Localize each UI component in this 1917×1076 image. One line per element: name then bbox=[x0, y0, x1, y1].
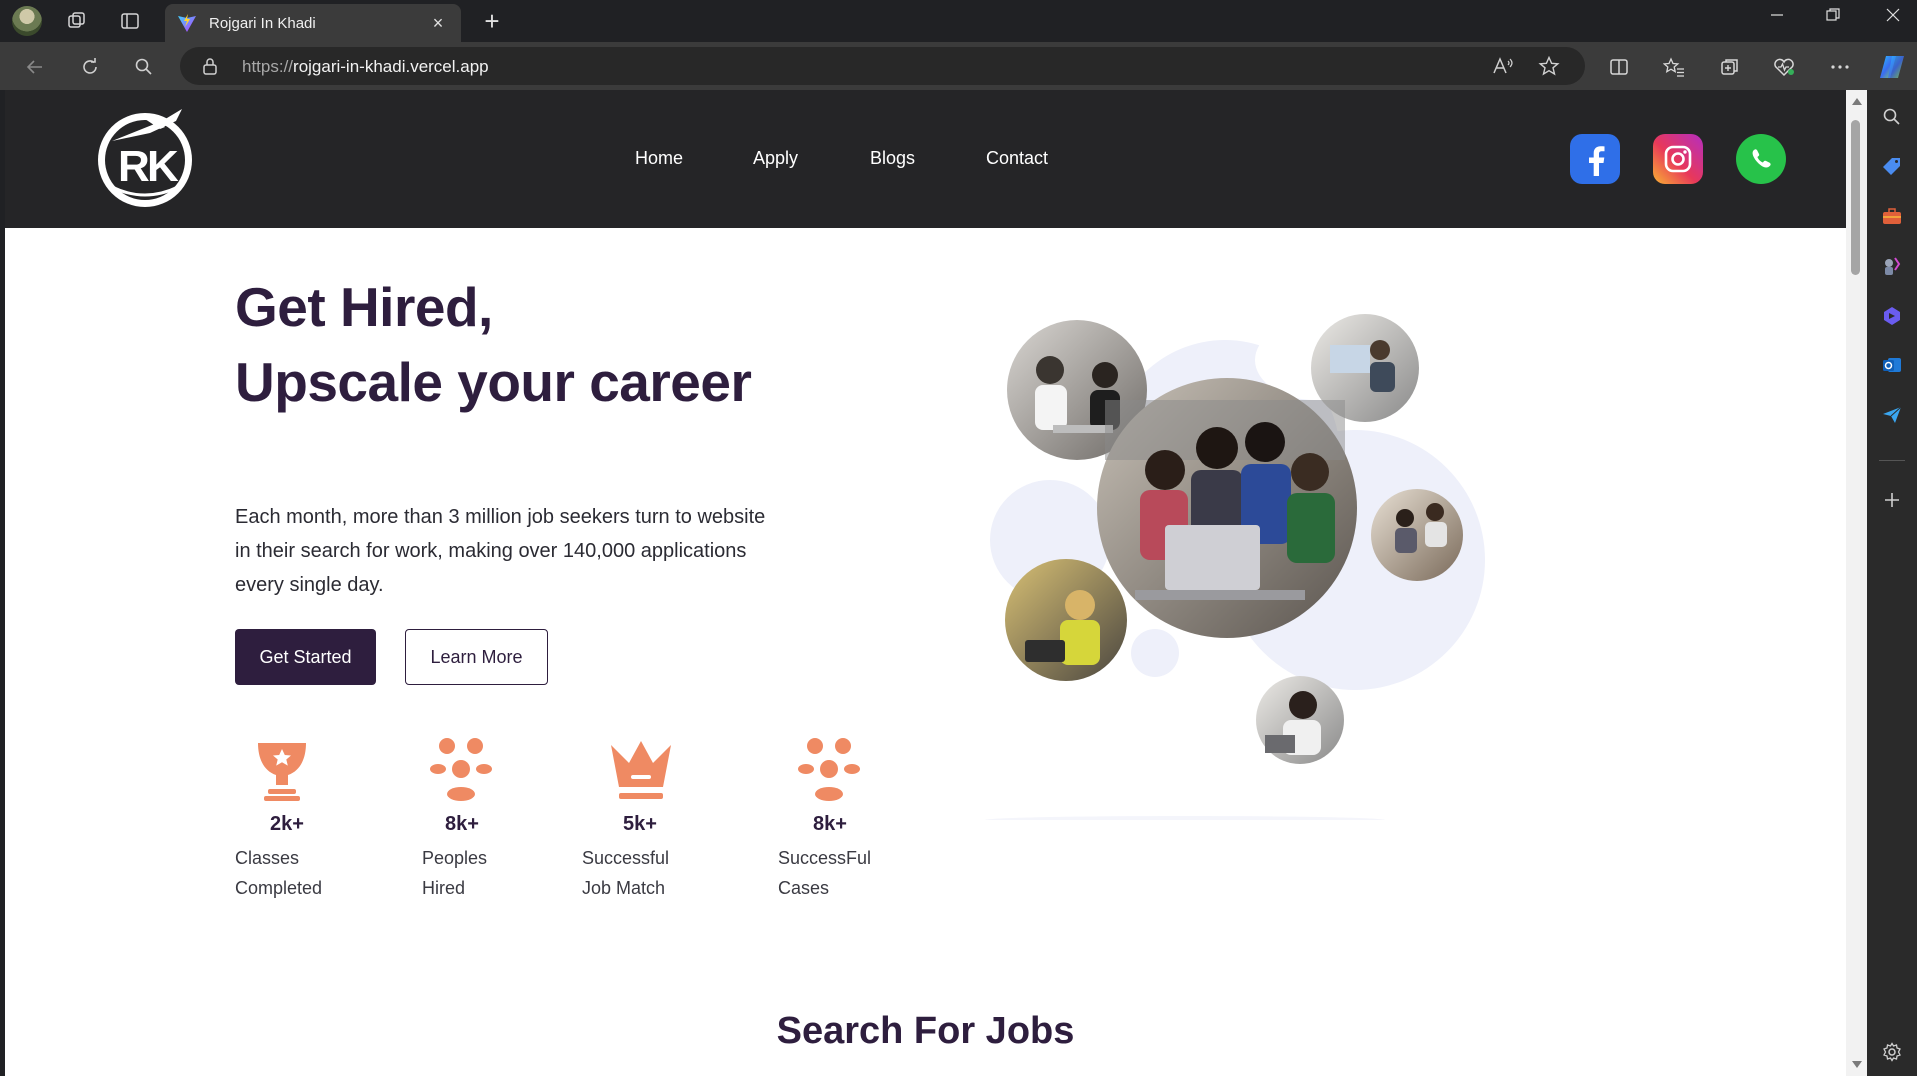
whatsapp-icon[interactable] bbox=[1736, 134, 1786, 184]
nav-blogs[interactable]: Blogs bbox=[870, 148, 915, 169]
vite-favicon-icon bbox=[178, 14, 196, 32]
stat-label: Peoples Hired bbox=[422, 848, 488, 898]
stat-value: 8k+ bbox=[445, 813, 479, 835]
add-sidebar-app-icon[interactable] bbox=[1880, 488, 1904, 512]
copilot-sidebar-icon[interactable] bbox=[1880, 304, 1904, 328]
minimize-icon[interactable] bbox=[1757, 8, 1797, 27]
stat-hired: 8k+ Peoples Hired bbox=[422, 737, 493, 898]
sidebar-settings-icon[interactable] bbox=[1880, 1040, 1904, 1064]
new-tab-button[interactable]: + bbox=[478, 7, 506, 35]
vertical-tabs-icon[interactable] bbox=[116, 8, 144, 34]
browser-essentials-icon[interactable] bbox=[1770, 53, 1798, 81]
page-viewport: R K Home Apply Blogs Contact Get Hired, … bbox=[5, 90, 1846, 1076]
stat-value: 2k+ bbox=[270, 813, 304, 835]
learn-more-button[interactable]: Learn More bbox=[405, 629, 548, 685]
stat-value: 5k+ bbox=[623, 813, 657, 835]
sidebar-search-icon[interactable] bbox=[1880, 105, 1904, 129]
photo-team-laptop bbox=[1097, 378, 1357, 638]
stat-label: Successful Job Match bbox=[582, 848, 670, 898]
edge-sidebar bbox=[1867, 90, 1917, 1076]
sidebar-divider bbox=[1879, 460, 1905, 461]
scroll-thumb[interactable] bbox=[1851, 120, 1860, 275]
scroll-up-icon[interactable] bbox=[1852, 98, 1862, 105]
page-scrollbar[interactable] bbox=[1846, 90, 1867, 1076]
search-icon[interactable] bbox=[130, 53, 158, 81]
split-screen-icon[interactable] bbox=[1605, 53, 1633, 81]
lock-icon[interactable] bbox=[202, 57, 218, 75]
profile-avatar[interactable] bbox=[12, 6, 42, 36]
active-tab[interactable]: Rojgari In Khadi × bbox=[165, 4, 461, 42]
copilot-icon[interactable] bbox=[1878, 53, 1906, 81]
photo-smiling-woman bbox=[1256, 676, 1344, 764]
stat-value: 8k+ bbox=[813, 813, 847, 835]
restore-icon[interactable] bbox=[1813, 8, 1853, 27]
stat-classes: 2k+ Classes Completed bbox=[235, 737, 322, 898]
browser-tab-bar: Rojgari In Khadi × + bbox=[0, 0, 1917, 42]
crown-icon bbox=[611, 741, 671, 799]
hero-description: Each month, more than 3 million job seek… bbox=[235, 506, 766, 596]
url-text[interactable]: https://rojgari-in-khadi.vercel.app bbox=[242, 57, 489, 77]
back-icon[interactable] bbox=[21, 53, 49, 81]
address-toolbar: https://rojgari-in-khadi.vercel.app bbox=[0, 42, 1917, 90]
nav-apply[interactable]: Apply bbox=[753, 148, 798, 169]
facebook-icon[interactable] bbox=[1570, 134, 1620, 184]
get-started-button[interactable]: Get Started bbox=[235, 629, 376, 685]
workspaces-icon[interactable] bbox=[63, 8, 91, 34]
address-bar[interactable]: https://rojgari-in-khadi.vercel.app bbox=[180, 47, 1585, 85]
hero-title-line2: Upscale your career bbox=[235, 351, 752, 413]
nav-home[interactable]: Home bbox=[635, 148, 683, 169]
more-options-icon[interactable] bbox=[1826, 53, 1854, 81]
people-icon bbox=[430, 738, 492, 801]
favorite-star-icon[interactable] bbox=[1538, 55, 1560, 81]
reload-icon[interactable] bbox=[76, 53, 104, 81]
tab-title: Rojgari In Khadi bbox=[209, 14, 316, 32]
instagram-icon[interactable] bbox=[1653, 134, 1703, 184]
site-header: R K Home Apply Blogs Contact bbox=[5, 90, 1846, 228]
hero-photo-collage bbox=[985, 314, 1485, 820]
photo-students-group bbox=[1371, 489, 1463, 581]
tools-briefcase-icon[interactable] bbox=[1880, 204, 1904, 228]
shopping-tag-icon[interactable] bbox=[1880, 154, 1904, 178]
send-icon[interactable] bbox=[1880, 403, 1904, 427]
games-icon[interactable] bbox=[1880, 254, 1904, 278]
search-jobs-heading: Search For Jobs bbox=[776, 1010, 1075, 1052]
photo-woman-laptop bbox=[1005, 559, 1127, 681]
window-close-icon[interactable] bbox=[1873, 8, 1913, 27]
read-aloud-icon[interactable] bbox=[1492, 56, 1514, 81]
hero-title-line1: Get Hired, bbox=[235, 276, 493, 338]
stat-cases: 8k+ SuccessFul Cases bbox=[778, 737, 871, 898]
stat-label: Classes Completed bbox=[235, 848, 323, 898]
scroll-down-icon[interactable] bbox=[1852, 1061, 1862, 1068]
stat-job-match: 5k+ Successful Job Match bbox=[582, 737, 673, 898]
outlook-icon[interactable] bbox=[1880, 353, 1904, 377]
people-icon bbox=[798, 738, 860, 801]
stat-label: SuccessFul Cases bbox=[778, 848, 872, 898]
trophy-icon bbox=[258, 743, 306, 801]
nav-contact[interactable]: Contact bbox=[986, 148, 1048, 169]
collections-icon[interactable] bbox=[1716, 53, 1744, 81]
favorites-icon[interactable] bbox=[1660, 53, 1688, 81]
tab-close-icon[interactable]: × bbox=[427, 13, 449, 34]
